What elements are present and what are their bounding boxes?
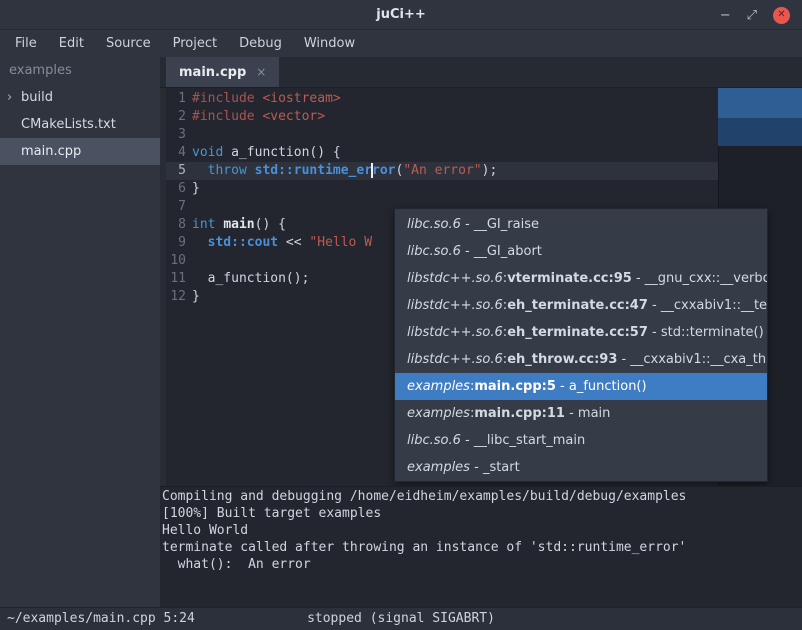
window-title: juCi++ xyxy=(376,7,426,22)
output-panel: Compiling and debugging /home/eidheim/ex… xyxy=(160,486,802,607)
minimap-highlight-top xyxy=(718,88,802,118)
minimize-icon[interactable]: − xyxy=(720,9,731,22)
backtrace-item[interactable]: examples - _start xyxy=(395,454,767,481)
statusbar: ~/examples/main.cpp 5:24 stopped (signal… xyxy=(0,607,802,630)
backtrace-item[interactable]: libc.so.6 - __libc_start_main xyxy=(395,427,767,454)
sidebar-item-build[interactable]: › build xyxy=(0,84,160,111)
line-number: 11 xyxy=(166,270,186,288)
line-number: 3 xyxy=(166,126,186,144)
backtrace-item[interactable]: libstdc++.so.6:eh_terminate.cc:57 - std:… xyxy=(395,319,767,346)
menu-item-debug[interactable]: Debug xyxy=(228,32,293,55)
code-line[interactable]: 3 xyxy=(166,126,802,144)
menu-item-file[interactable]: File xyxy=(4,32,48,55)
line-number: 1 xyxy=(166,90,186,108)
backtrace-popup: libc.so.6 - __GI_raiselibc.so.6 - __GI_a… xyxy=(394,208,768,482)
titlebar: juCi++ − ⤢ ✕ xyxy=(0,0,802,30)
menubar: FileEditSourceProjectDebugWindow xyxy=(0,30,802,57)
window-controls: − ⤢ ✕ xyxy=(720,0,790,30)
menu-item-edit[interactable]: Edit xyxy=(48,32,95,55)
sidebar-item-label: CMakeLists.txt xyxy=(21,111,116,138)
restore-icon[interactable]: ⤢ xyxy=(747,9,757,22)
code-line[interactable]: 1#include <iostream> xyxy=(166,90,802,108)
output-line: Compiling and debugging /home/eidheim/ex… xyxy=(162,488,800,505)
output-line: Hello World xyxy=(162,522,800,539)
line-number: 7 xyxy=(166,198,186,216)
line-number: 12 xyxy=(166,288,186,306)
close-button[interactable]: ✕ xyxy=(773,7,790,24)
menu-item-window[interactable]: Window xyxy=(293,32,366,55)
tab-main-cpp[interactable]: main.cpp × xyxy=(166,57,279,87)
line-number: 10 xyxy=(166,252,186,270)
line-number: 2 xyxy=(166,108,186,126)
backtrace-item[interactable]: examples:main.cpp:11 - main xyxy=(395,400,767,427)
line-number: 5 xyxy=(166,162,186,180)
chevron-right-icon: › xyxy=(7,84,21,111)
tab-close-icon[interactable]: × xyxy=(256,65,266,79)
code-line[interactable]: 5 throw std::runtime_error("An error"); xyxy=(166,162,802,180)
line-number: 4 xyxy=(166,144,186,162)
backtrace-item[interactable]: libstdc++.so.6:eh_terminate.cc:47 - __cx… xyxy=(395,292,767,319)
sidebar-item-label: main.cpp xyxy=(21,138,81,165)
backtrace-item[interactable]: libstdc++.so.6:vterminate.cc:95 - __gnu_… xyxy=(395,265,767,292)
sidebar-item-main-cpp[interactable]: main.cpp xyxy=(0,138,160,165)
tab-label: main.cpp xyxy=(179,65,246,80)
line-number: 8 xyxy=(166,216,186,234)
line-number: 6 xyxy=(166,180,186,198)
project-name-header: examples xyxy=(0,57,160,84)
code-line[interactable]: 4void a_function() { xyxy=(166,144,802,162)
minimap-highlight-bottom xyxy=(718,118,802,146)
statusbar-file-position: ~/examples/main.cpp 5:24 xyxy=(7,608,195,630)
output-line: what(): An error xyxy=(162,556,800,573)
file-tree-sidebar: examples › build CMakeLists.txt main.cpp xyxy=(0,57,160,607)
backtrace-item[interactable]: examples:main.cpp:5 - a_function() xyxy=(395,373,767,400)
sidebar-item-cmakelists[interactable]: CMakeLists.txt xyxy=(0,111,160,138)
output-line: terminate called after throwing an insta… xyxy=(162,539,800,556)
close-icon: ✕ xyxy=(777,10,785,20)
editor-minimap xyxy=(718,88,802,146)
statusbar-debug-status: stopped (signal SIGABRT) xyxy=(307,608,495,630)
backtrace-item[interactable]: libstdc++.so.6:eh_throw.cc:93 - __cxxabi… xyxy=(395,346,767,373)
sidebar-item-label: build xyxy=(21,84,53,111)
backtrace-item[interactable]: libc.so.6 - __GI_raise xyxy=(395,211,767,238)
tabbar: main.cpp × xyxy=(160,57,802,88)
code-line[interactable]: 6} xyxy=(166,180,802,198)
output-line: [100%] Built target examples xyxy=(162,505,800,522)
line-number: 9 xyxy=(166,234,186,252)
menu-item-source[interactable]: Source xyxy=(95,32,162,55)
menu-item-project[interactable]: Project xyxy=(162,32,228,55)
backtrace-item[interactable]: libc.so.6 - __GI_abort xyxy=(395,238,767,265)
code-line[interactable]: 2#include <vector> xyxy=(166,108,802,126)
